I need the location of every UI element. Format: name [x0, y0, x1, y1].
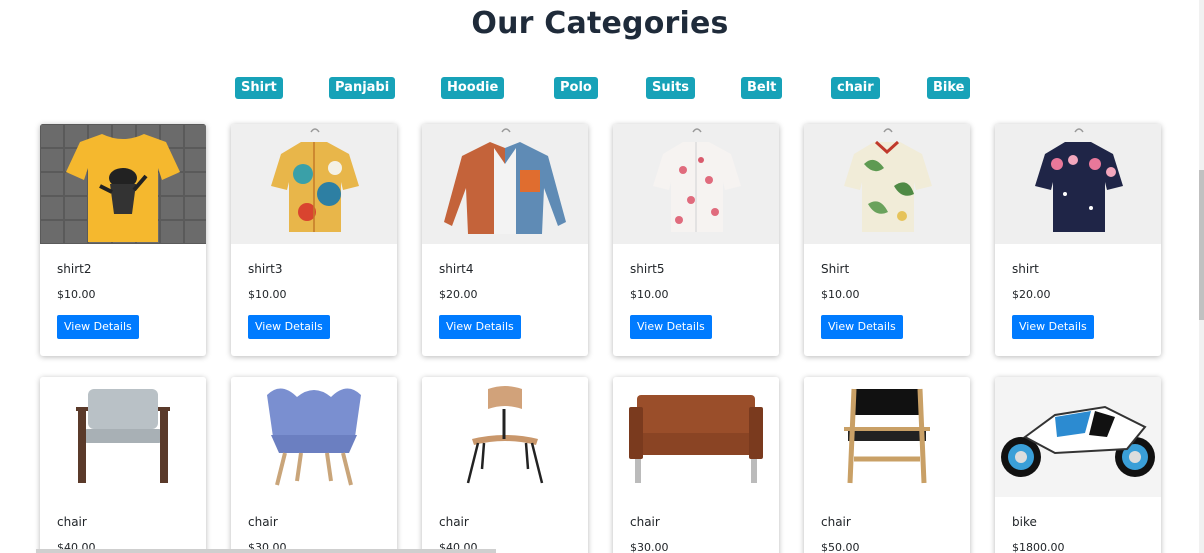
- product-image[interactable]: [231, 124, 397, 244]
- view-details-button[interactable]: View Details: [57, 315, 139, 339]
- product-image[interactable]: [231, 377, 397, 497]
- category-hoodie-button[interactable]: Hoodie: [441, 77, 505, 99]
- yellow-tshirt-icon: [40, 124, 206, 244]
- wingback-chair-icon: [267, 388, 361, 486]
- product-image[interactable]: [613, 124, 779, 244]
- category-belt-button[interactable]: Belt: [741, 77, 783, 99]
- product-image[interactable]: [995, 377, 1161, 497]
- product-price: $10.00: [57, 288, 96, 301]
- product-card: shirt5 $10.00 View Details: [613, 124, 779, 356]
- category-shirt-button[interactable]: Shirt: [235, 77, 283, 99]
- product-name: shirt2: [57, 262, 92, 276]
- product-name: chair: [630, 515, 660, 529]
- view-details-button[interactable]: View Details: [1012, 315, 1094, 339]
- category-polo-button[interactable]: Polo: [554, 77, 598, 99]
- product-name: shirt: [1012, 262, 1039, 276]
- product-card: Shirt $10.00 View Details: [804, 124, 970, 356]
- product-price: $10.00: [630, 288, 669, 301]
- view-details-button[interactable]: View Details: [439, 315, 521, 339]
- patterned-shirt-icon: [271, 128, 359, 232]
- wooden-chair-icon: [466, 386, 544, 484]
- product-card: shirt2 $10.00 View Details: [40, 124, 206, 356]
- product-grid: shirt2 $10.00 View Details shirt3 $10.00…: [40, 124, 1162, 553]
- product-price: $10.00: [248, 288, 287, 301]
- product-card: shirt $20.00 View Details: [995, 124, 1161, 356]
- page-title: Our Categories: [471, 6, 729, 41]
- product-card: chair $30.00: [231, 377, 397, 553]
- armchair-icon: [76, 389, 170, 483]
- product-card: shirt4 $20.00 View Details: [422, 124, 588, 356]
- product-name: chair: [57, 515, 87, 529]
- product-image[interactable]: [613, 377, 779, 497]
- product-card: shirt3 $10.00 View Details: [231, 124, 397, 356]
- view-details-button[interactable]: View Details: [821, 315, 903, 339]
- product-card: chair $40.00: [422, 377, 588, 553]
- tropical-shirt-icon: [844, 128, 932, 232]
- product-name: shirt3: [248, 262, 283, 276]
- product-name: bike: [1012, 515, 1037, 529]
- product-card: bike $1800.00: [995, 377, 1161, 553]
- product-price: $50.00: [821, 541, 860, 553]
- product-name: chair: [821, 515, 851, 529]
- horizontal-scrollbar[interactable]: [36, 549, 496, 553]
- category-bar: Shirt Panjabi Hoodie Polo Suits Belt cha…: [0, 77, 1204, 99]
- floral-shirt-icon: [653, 128, 741, 232]
- product-image[interactable]: [804, 124, 970, 244]
- category-panjabi-button[interactable]: Panjabi: [329, 77, 396, 99]
- leather-sofa-icon: [629, 395, 763, 483]
- product-image[interactable]: [995, 124, 1161, 244]
- product-name: shirt4: [439, 262, 474, 276]
- product-price: $20.00: [439, 288, 478, 301]
- motorbike-icon: [1001, 405, 1155, 477]
- product-name: Shirt: [821, 262, 850, 276]
- product-name: shirt5: [630, 262, 665, 276]
- category-chair-button[interactable]: chair: [831, 77, 880, 99]
- product-name: chair: [439, 515, 469, 529]
- category-suits-button[interactable]: Suits: [646, 77, 696, 99]
- orange-denim-shirt-icon: [444, 128, 566, 234]
- product-price: $1800.00: [1012, 541, 1065, 553]
- product-image[interactable]: [422, 377, 588, 497]
- product-card: chair $50.00: [804, 377, 970, 553]
- product-card: chair $30.00: [613, 377, 779, 553]
- product-name: chair: [248, 515, 278, 529]
- category-bike-button[interactable]: Bike: [927, 77, 971, 99]
- product-price: $10.00: [821, 288, 860, 301]
- product-card: chair $40.00: [40, 377, 206, 553]
- view-details-button[interactable]: View Details: [248, 315, 330, 339]
- view-details-button[interactable]: View Details: [630, 315, 712, 339]
- navy-floral-shirt-icon: [1035, 128, 1123, 232]
- product-image[interactable]: [422, 124, 588, 244]
- scrollbar-thumb[interactable]: [1199, 170, 1204, 320]
- black-wood-chair-icon: [844, 388, 930, 484]
- product-image[interactable]: [804, 377, 970, 497]
- product-image[interactable]: [40, 377, 206, 497]
- product-image[interactable]: [40, 124, 206, 244]
- product-price: $30.00: [630, 541, 669, 553]
- product-price: $20.00: [1012, 288, 1051, 301]
